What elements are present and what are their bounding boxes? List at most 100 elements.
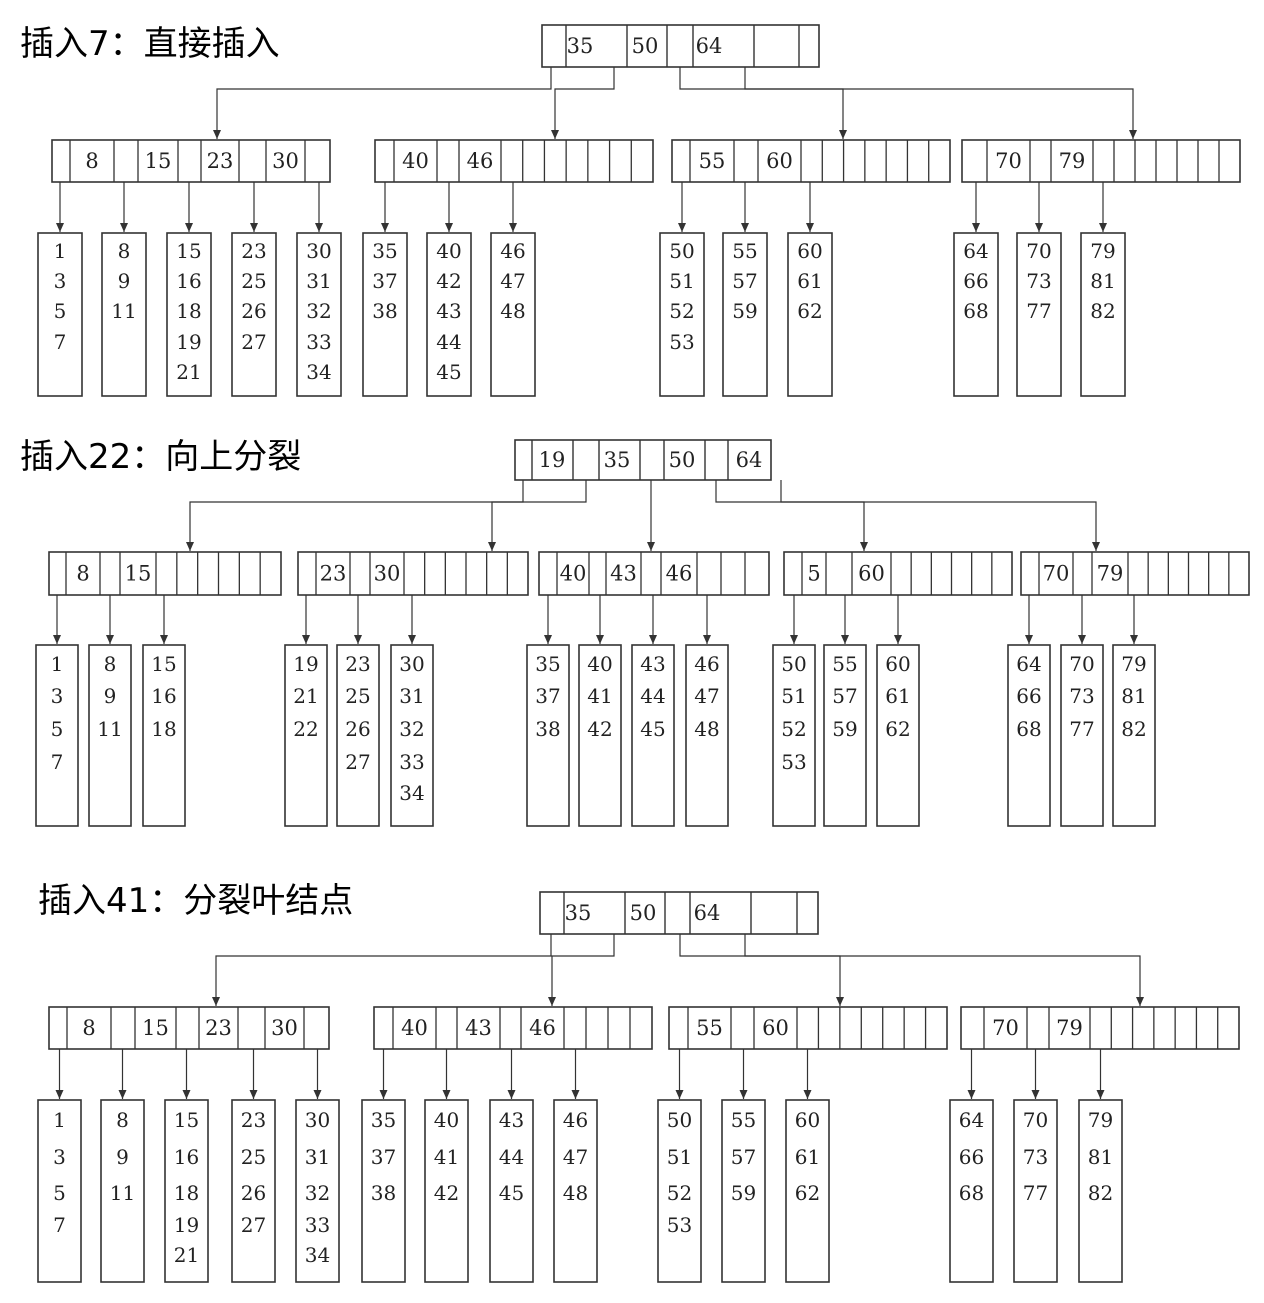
leaf-key: 21 — [176, 360, 201, 384]
root-key: 35 — [565, 901, 592, 925]
leaf-key: 52 — [669, 299, 694, 323]
b-tree-section-0: 35 50 648 15 23 30 40 46 55 60 70 79135789111516181… — [37, 24, 1241, 397]
leaf-key: 68 — [1016, 717, 1041, 741]
leaf-key: 32 — [305, 1181, 330, 1205]
leaf-key: 37 — [372, 269, 397, 293]
internal-key: 46 — [529, 1016, 556, 1040]
leaf-key: 42 — [587, 717, 612, 741]
leaf-key: 81 — [1088, 1145, 1113, 1169]
leaf-key: 3 — [54, 269, 67, 293]
leaf-key: 23 — [345, 652, 370, 676]
leaf-key: 35 — [371, 1108, 396, 1132]
leaf-key: 8 — [104, 652, 117, 676]
internal-key: 5 — [807, 562, 820, 586]
leaf-key: 9 — [118, 269, 131, 293]
leaf-key: 30 — [399, 652, 424, 676]
leaf-key: 45 — [640, 717, 665, 741]
leaf-key: 34 — [305, 1243, 330, 1267]
pointer-arrow — [715, 480, 868, 551]
leaf-key: 18 — [176, 299, 201, 323]
b-tree-section-1: 19 35 50 648 15 23 30 40 43 46 5 60 70 79135789111516… — [35, 439, 1250, 827]
leaf-key: 73 — [1026, 269, 1051, 293]
leaf-key: 38 — [372, 299, 397, 323]
b-tree-section-2: 35 50 648 15 23 30 40 43 46 55 60 70 791357891115161… — [37, 891, 1240, 1283]
leaf-key: 82 — [1090, 299, 1115, 323]
leaf-key: 15 — [176, 239, 201, 263]
leaf-key: 79 — [1121, 652, 1146, 676]
leaf-key: 26 — [345, 717, 370, 741]
leaf-key: 35 — [372, 239, 397, 263]
leaf-key: 73 — [1069, 684, 1094, 708]
leaf-key: 40 — [434, 1108, 459, 1132]
leaf-key: 21 — [174, 1243, 199, 1267]
leaf-key: 43 — [640, 652, 665, 676]
leaf-key: 45 — [499, 1181, 524, 1205]
leaf-key: 44 — [499, 1145, 524, 1169]
leaf-key: 53 — [669, 330, 694, 354]
leaf-key: 81 — [1090, 269, 1115, 293]
leaf-key: 41 — [587, 684, 612, 708]
internal-key: 46 — [666, 562, 693, 586]
internal-key: 40 — [401, 1016, 428, 1040]
leaf-key: 64 — [959, 1108, 984, 1132]
leaf-key: 19 — [293, 652, 318, 676]
leaf-key: 79 — [1090, 239, 1115, 263]
leaf-key: 31 — [306, 269, 331, 293]
internal-key: 23 — [205, 1016, 232, 1040]
internal-key: 55 — [699, 149, 726, 173]
pointer-arrow — [744, 934, 1144, 1006]
leaf-key: 61 — [797, 269, 822, 293]
leaf-key: 32 — [399, 717, 424, 741]
leaf-key: 38 — [535, 717, 560, 741]
leaf-key: 70 — [1069, 652, 1094, 676]
leaf-key: 50 — [669, 239, 694, 263]
internal-key: 23 — [207, 149, 234, 173]
leaf-key: 55 — [731, 1108, 756, 1132]
leaf-key: 27 — [345, 750, 370, 774]
root-key: 19 — [539, 448, 566, 472]
leaf-key: 37 — [371, 1145, 396, 1169]
internal-key: 15 — [145, 149, 172, 173]
leaf-key: 45 — [436, 360, 461, 384]
leaf-key: 50 — [667, 1108, 692, 1132]
leaf-key: 19 — [174, 1213, 199, 1237]
leaf-key: 46 — [500, 239, 525, 263]
leaf-key: 64 — [963, 239, 988, 263]
leaf-key: 1 — [54, 239, 67, 263]
leaf-key: 1 — [53, 1108, 66, 1132]
leaf-key: 60 — [795, 1108, 820, 1132]
leaf-key: 8 — [118, 239, 131, 263]
leaf-key: 59 — [832, 717, 857, 741]
leaf-key: 82 — [1121, 717, 1146, 741]
leaf-key: 44 — [640, 684, 665, 708]
leaf-key: 25 — [345, 684, 370, 708]
leaf-key: 50 — [781, 652, 806, 676]
leaf-key: 55 — [832, 652, 857, 676]
leaf-key: 61 — [795, 1145, 820, 1169]
leaf-key: 31 — [305, 1145, 330, 1169]
leaf-key: 18 — [151, 717, 176, 741]
internal-key: 70 — [995, 149, 1022, 173]
internal-key: 40 — [560, 562, 587, 586]
leaf-key: 16 — [151, 684, 176, 708]
leaf-key: 16 — [176, 269, 201, 293]
leaf-key: 46 — [694, 652, 719, 676]
leaf-key: 23 — [241, 1108, 266, 1132]
leaf-key: 9 — [116, 1145, 129, 1169]
internal-key: 30 — [374, 562, 401, 586]
pointer-arrow — [679, 934, 844, 1006]
leaf-key: 66 — [963, 269, 988, 293]
internal-key: 60 — [766, 149, 793, 173]
leaf-key: 42 — [434, 1181, 459, 1205]
leaf-key: 11 — [110, 1181, 135, 1205]
pointer-arrow — [551, 67, 615, 139]
leaf-key: 23 — [241, 239, 266, 263]
leaf-key: 21 — [293, 684, 318, 708]
leaf-key: 77 — [1023, 1181, 1048, 1205]
leaf-key: 34 — [399, 781, 424, 805]
leaf-key: 43 — [436, 299, 461, 323]
internal-key: 43 — [610, 562, 637, 586]
leaf-key: 77 — [1069, 717, 1094, 741]
pointer-arrow — [186, 480, 524, 551]
internal-key: 79 — [1056, 1016, 1083, 1040]
